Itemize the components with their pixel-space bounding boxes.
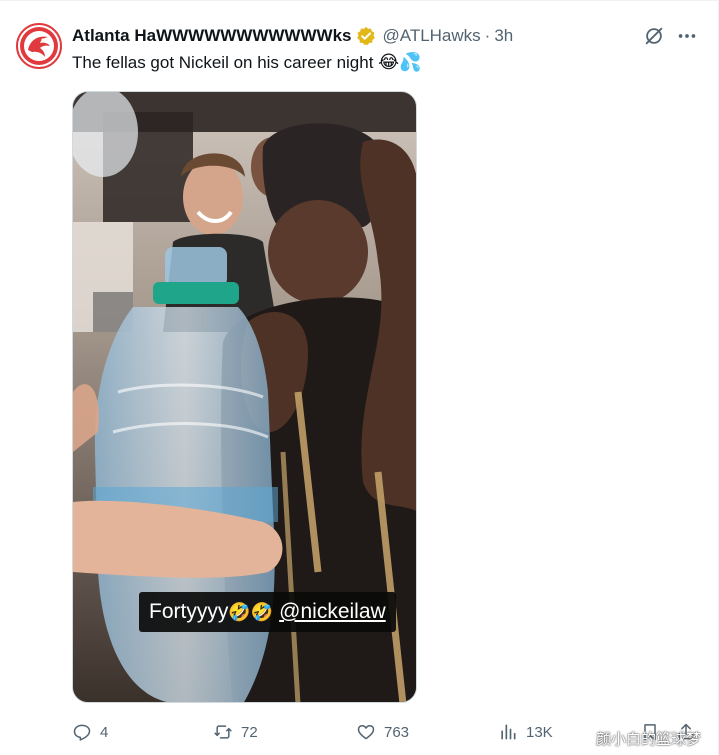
verified-badge-icon[interactable] [356, 26, 376, 46]
views-count: 13K [526, 723, 553, 741]
more-icon[interactable] [676, 25, 698, 47]
video-caption: Fortyyyy 🤣🤣 @nickeilaw [139, 592, 396, 632]
reply-button[interactable]: 4 [72, 719, 108, 745]
like-button[interactable]: 763 [356, 719, 409, 745]
repost-button[interactable]: 72 [213, 719, 258, 745]
hawks-logo-icon [20, 27, 58, 65]
like-icon [357, 725, 375, 740]
grok-icon[interactable] [643, 25, 665, 47]
separator-dot: · [484, 26, 491, 45]
tweet-text-emojis: 😂💦 [378, 52, 422, 73]
display-name[interactable]: Atlanta HaWWWWWWWWWWWks [72, 26, 351, 46]
caption-emojis: 🤣🤣 [228, 601, 274, 623]
views-button[interactable]: 13K [498, 719, 553, 745]
watermark: 颜小白的篮球梦 [596, 730, 702, 748]
caption-mention: @nickeilaw [279, 600, 386, 623]
video-media[interactable]: Fortyyyy 🤣🤣 @nickeilaw [72, 91, 417, 703]
avatar[interactable] [16, 23, 62, 69]
reply-count: 4 [100, 723, 109, 741]
tweet-text: The fellas got Nickeil on his career nig… [72, 51, 422, 75]
timestamp[interactable]: 3h [494, 26, 513, 46]
tweet[interactable]: Atlanta HaWWWWWWWWWWWks @ATLHawks · 3h T… [0, 0, 719, 755]
reply-icon [73, 724, 91, 741]
like-count: 763 [384, 723, 410, 741]
repost-icon [214, 725, 232, 739]
caption-text: Fortyyyy [149, 600, 229, 623]
handle[interactable]: @ATLHawks [382, 26, 480, 46]
tweet-header: Atlanta HaWWWWWWWWWWWks @ATLHawks · 3h [72, 25, 513, 47]
views-icon [501, 724, 516, 740]
tweet-text-body: The fellas got Nickeil on his career nig… [72, 53, 374, 72]
repost-count: 72 [241, 723, 258, 741]
